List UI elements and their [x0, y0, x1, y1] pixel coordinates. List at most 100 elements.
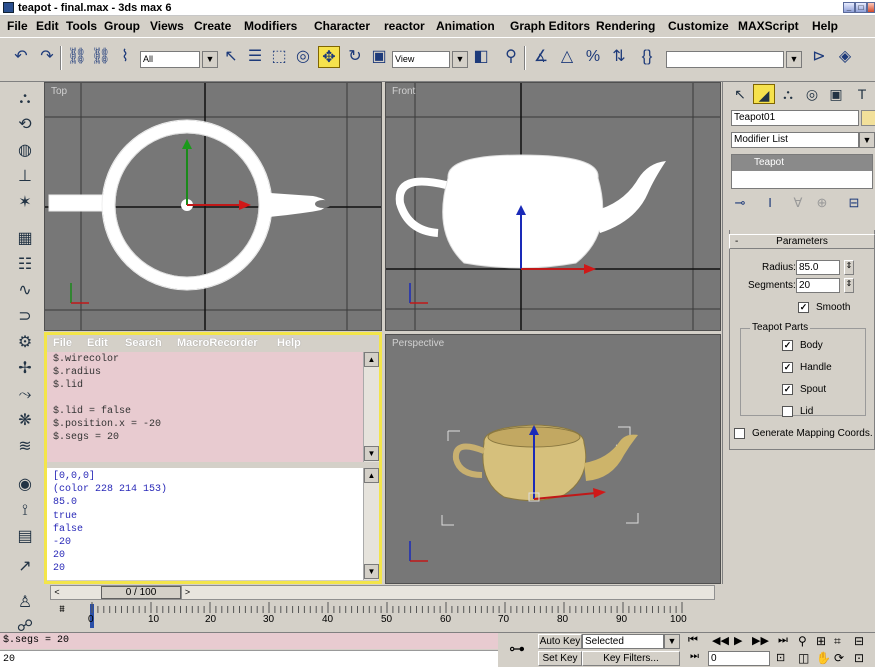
menu-reactor[interactable]: reactor	[384, 19, 425, 33]
light-icon[interactable]: ⊥	[14, 166, 36, 188]
object-name-field[interactable]: Teapot01	[731, 110, 859, 126]
reference-coord-dropdown[interactable]: View	[392, 51, 450, 68]
menu-views[interactable]: Views	[150, 19, 184, 33]
set-key-button[interactable]: Set Key	[538, 651, 582, 666]
cloth-icon[interactable]: ▤	[14, 526, 36, 548]
select-and-manipulate-icon[interactable]: ⚲	[500, 46, 522, 68]
wave-icon[interactable]: ≋	[14, 436, 36, 458]
remove-modifier-icon[interactable]: ⊕	[811, 192, 833, 214]
select-by-name-icon[interactable]: ☰	[244, 46, 266, 68]
undo-icon[interactable]: ↶	[10, 46, 32, 68]
menu-edit[interactable]: Edit	[36, 19, 59, 33]
field-of-view-icon[interactable]: ◫	[798, 651, 809, 665]
redo-icon[interactable]: ↷	[36, 46, 58, 68]
parameters-rollout-header[interactable]: - Parameters	[729, 234, 875, 249]
viewport-front[interactable]: Front	[385, 82, 721, 331]
show-end-result-icon[interactable]: Ι	[759, 192, 781, 214]
key-icon[interactable]: ⊶	[500, 637, 534, 663]
key-mode-toggle-icon[interactable]: ⏭	[690, 651, 699, 662]
zoom-extents-all-icon[interactable]: ⊟	[854, 634, 864, 648]
key-filters-button[interactable]: Key Filters...	[582, 651, 680, 666]
snap-3d-icon[interactable]: ∡	[530, 46, 552, 68]
select-and-scale-icon[interactable]: ▣	[368, 46, 390, 68]
scroll-up-icon[interactable]: ▲	[364, 468, 379, 483]
layers-icon[interactable]: ☷	[14, 254, 36, 276]
spinner-snap-icon[interactable]: ⇅	[608, 46, 630, 68]
menu-help[interactable]: Help	[812, 19, 838, 33]
configure-sets-icon[interactable]: ⊟	[843, 192, 865, 214]
lid-checkbox[interactable]	[782, 406, 793, 417]
reactor-icon[interactable]: ◉	[14, 474, 36, 496]
chevron-down-icon[interactable]: ▼	[202, 51, 218, 68]
menu-group[interactable]: Group	[104, 19, 140, 33]
make-unique-icon[interactable]: ∀	[787, 192, 809, 214]
track-bar[interactable]: ⩩ 0 10 20 30 40 50 60 70 80 90 100	[50, 602, 715, 630]
modifier-list-dropdown[interactable]: Modifier List	[731, 132, 859, 148]
create-tab-icon[interactable]: ↖	[729, 84, 751, 104]
smooth-checkbox[interactable]: ✓	[798, 302, 809, 313]
go-to-start-icon[interactable]: ⏮	[688, 634, 698, 647]
macro-recorder-pane[interactable]: $.wirecolor $.radius $.lid $.lid = false…	[47, 352, 363, 462]
maximize-viewport-icon[interactable]: ⊡	[854, 651, 864, 665]
macro-scrollbar[interactable]: ▲ ▼	[363, 352, 379, 462]
helper-icon[interactable]: ✶	[14, 192, 36, 214]
pan-icon[interactable]: ✋	[816, 651, 831, 665]
maxscript-mini-result[interactable]: 20	[0, 650, 498, 667]
chevron-down-icon[interactable]: ▼	[786, 51, 802, 68]
scroll-down-icon[interactable]: ▼	[364, 564, 379, 579]
align-icon[interactable]: ◈	[834, 46, 856, 68]
select-and-rotate-icon[interactable]: ↻	[344, 46, 366, 68]
radius-spinner[interactable]: ⇕	[844, 260, 854, 275]
menu-tools[interactable]: Tools	[66, 19, 97, 33]
go-to-end-icon[interactable]: ⏭	[778, 634, 788, 647]
handle-checkbox[interactable]: ✓	[782, 362, 793, 373]
zoom-extents-icon[interactable]: ⌗	[834, 634, 841, 649]
listener-menu-macrorecorder[interactable]: MacroRecorder	[177, 337, 258, 349]
percent-snap-icon[interactable]: %	[582, 46, 604, 68]
body-checkbox[interactable]: ✓	[782, 340, 793, 351]
menu-character[interactable]: Character	[314, 19, 370, 33]
mirror-icon[interactable]: ⊳	[808, 46, 830, 68]
gear-icon[interactable]: ⚙	[14, 332, 36, 354]
app-icon[interactable]	[3, 2, 14, 13]
unlink-selection-icon[interactable]: ⛓	[90, 46, 112, 68]
listener-menu-file[interactable]: File	[53, 337, 72, 349]
spout-checkbox[interactable]: ✓	[782, 384, 793, 395]
display-tab-icon[interactable]: ▣	[825, 84, 847, 104]
select-and-link-icon[interactable]: ⛓	[66, 46, 88, 68]
path-icon[interactable]: ⤳	[14, 384, 36, 406]
play-icon[interactable]: ▶	[734, 634, 742, 647]
selection-filter-dropdown[interactable]: All	[140, 51, 200, 68]
select-object-icon[interactable]: ↖	[220, 46, 242, 68]
slider-prev-icon[interactable]: <	[51, 586, 63, 599]
scroll-up-icon[interactable]: ▲	[364, 352, 379, 367]
time-slider-thumb[interactable]: 0 / 100	[101, 586, 181, 599]
utilities-tab-icon[interactable]: T	[851, 84, 873, 104]
listener-output-pane[interactable]: [0,0,0] (color 228 214 153) 85.0 true fa…	[47, 468, 363, 580]
select-and-move-icon[interactable]: ✥	[318, 46, 340, 68]
zoom-icon[interactable]: ⚲	[798, 634, 807, 648]
modify-tab-icon[interactable]: ◢	[753, 84, 775, 104]
arc-rotate-icon[interactable]: ⟳	[834, 651, 844, 665]
hierarchy-icon[interactable]: ⛬	[14, 88, 36, 110]
current-frame-field[interactable]: 0	[708, 651, 770, 666]
menu-rendering[interactable]: Rendering	[596, 19, 655, 33]
curve-icon[interactable]: ↗	[14, 556, 36, 578]
viewport-label-top[interactable]: Top	[51, 86, 67, 97]
cross-icon[interactable]: ✢	[14, 358, 36, 380]
hierarchy-tab-icon[interactable]: ⛬	[777, 84, 799, 104]
bind-space-warp-icon[interactable]: ⌇	[114, 46, 136, 68]
sphere-icon[interactable]: ◍	[14, 140, 36, 162]
segments-spinner[interactable]: ⇕	[844, 278, 854, 293]
bone-icon[interactable]: ⟟	[14, 500, 36, 522]
zoom-all-icon[interactable]: ⊞	[816, 634, 826, 648]
generate-mapping-checkbox[interactable]	[734, 428, 745, 439]
selection-region-icon[interactable]: ⬚	[268, 46, 290, 68]
bend-icon[interactable]: ⊃	[14, 306, 36, 328]
menu-create[interactable]: Create	[194, 19, 231, 33]
previous-frame-icon[interactable]: ◀◀	[712, 634, 729, 647]
segments-field[interactable]: 20	[796, 278, 840, 293]
edit-named-selections-icon[interactable]: {}	[636, 46, 658, 68]
angle-snap-icon[interactable]: △	[556, 46, 578, 68]
time-config-icon[interactable]: ⊡	[776, 651, 785, 664]
